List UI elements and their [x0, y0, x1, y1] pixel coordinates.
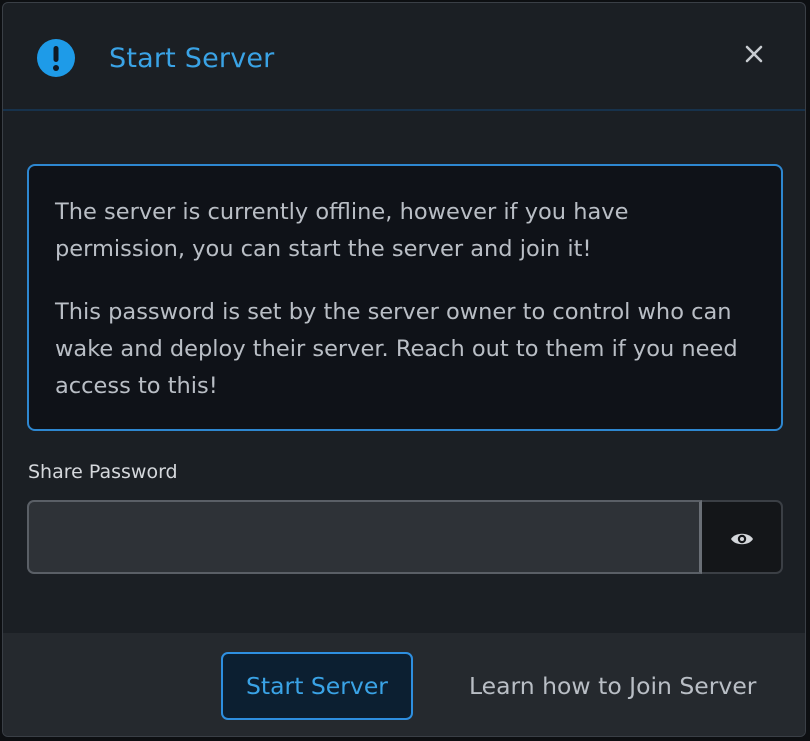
share-password-input[interactable]	[27, 500, 702, 574]
dialog-title: Start Server	[109, 43, 275, 74]
toggle-password-visibility-button[interactable]	[702, 500, 783, 574]
learn-join-server-link[interactable]: Learn how to Join Server	[469, 671, 756, 701]
start-server-dialog: Start Server The server is currently off…	[2, 2, 806, 737]
share-password-label: Share Password	[28, 461, 178, 483]
info-paragraph-offline: The server is currently offline, however…	[55, 199, 629, 262]
dialog-footer: Start Server Learn how to Join Server	[3, 633, 805, 736]
info-callout: The server is currently offline, however…	[27, 164, 783, 431]
dialog-header: Start Server	[3, 3, 805, 111]
password-field-group	[27, 500, 783, 574]
info-paragraph-password: This password is set by the server owner…	[55, 299, 738, 399]
start-server-button[interactable]: Start Server	[221, 652, 413, 720]
close-icon[interactable]	[739, 39, 769, 69]
eye-icon	[731, 533, 753, 545]
exclamation-circle-icon	[36, 38, 76, 78]
